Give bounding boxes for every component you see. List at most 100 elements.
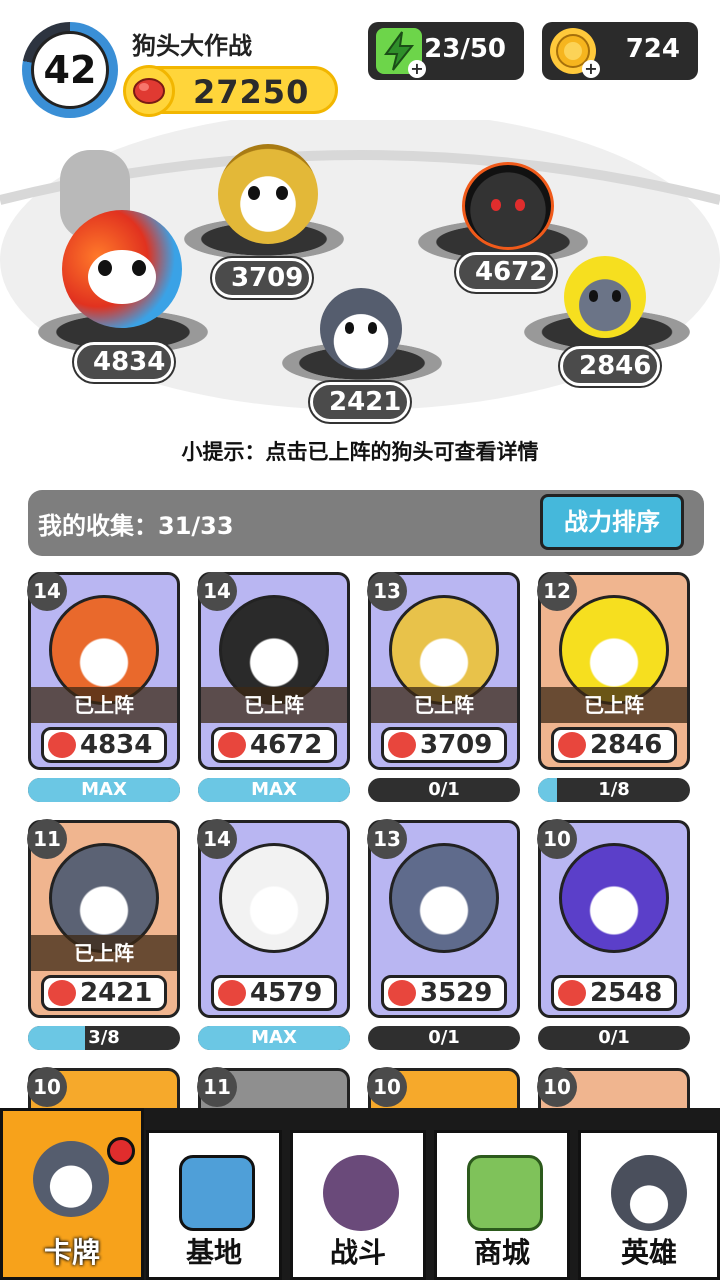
dog-card[interactable]: 10 2548 bbox=[537, 819, 690, 1018]
dog-card[interactable]: 14 已上阵 4672 bbox=[197, 572, 350, 770]
card-power: 4834 bbox=[41, 727, 167, 763]
card-level-badge: 14 bbox=[27, 572, 67, 611]
card-progress-bar: MAX bbox=[198, 1026, 350, 1050]
dog-card[interactable]: 12 已上阵 2846 bbox=[537, 572, 690, 770]
lightning-icon: + bbox=[376, 28, 426, 78]
boxing-glove-icon bbox=[48, 980, 76, 1006]
tab-cards[interactable]: 卡牌 bbox=[0, 1108, 144, 1280]
coin-icon: + bbox=[550, 28, 600, 78]
dog-eye bbox=[490, 199, 502, 211]
card-level-badge: 11 bbox=[197, 1067, 237, 1107]
progress-text: 3/8 bbox=[88, 1027, 120, 1048]
tab-label: 战斗 bbox=[329, 1236, 386, 1269]
dog-eye bbox=[514, 199, 526, 211]
card-level-badge: 10 bbox=[537, 1067, 577, 1107]
dog-card[interactable]: 10 bbox=[537, 1067, 690, 1112]
card-power-value: 4834 bbox=[80, 730, 153, 760]
deployed-label: 已上阵 bbox=[31, 935, 177, 971]
energy-counter[interactable]: + 23/50 bbox=[368, 22, 524, 80]
card-level-badge: 10 bbox=[367, 1067, 407, 1107]
dog-card[interactable]: 10 bbox=[27, 1067, 180, 1112]
field-dog-crying-lemon[interactable] bbox=[564, 256, 646, 338]
dog-portrait bbox=[219, 843, 329, 953]
card-level-badge: 10 bbox=[537, 819, 577, 859]
dog-portrait bbox=[389, 843, 499, 953]
card-grid: 14 已上阵 4834 MAX 14 已上阵 4672 MAX 13 已上阵 3709 0/1 12 已上… bbox=[0, 572, 720, 1112]
field-power-tag: 4672 bbox=[456, 252, 556, 292]
dog-card[interactable]: 11 已上阵 2421 bbox=[27, 819, 180, 1018]
field-power-tag: 2421 bbox=[310, 382, 410, 422]
paw-icon bbox=[323, 1155, 399, 1231]
money-icon bbox=[467, 1155, 543, 1231]
dog-eye bbox=[131, 259, 146, 277]
dog-portrait bbox=[559, 843, 669, 953]
dog-eye bbox=[248, 186, 260, 200]
tab-base[interactable]: 基地 bbox=[146, 1130, 282, 1280]
field-dog-fire-ice[interactable] bbox=[62, 210, 182, 328]
card-power-value: 4672 bbox=[250, 730, 323, 760]
player-level-ring[interactable]: 42 bbox=[22, 22, 118, 118]
progress-text: MAX bbox=[251, 1027, 297, 1048]
card-power: 4579 bbox=[211, 975, 337, 1011]
dog-head-icon bbox=[33, 1141, 109, 1217]
boxing-glove-icon bbox=[218, 980, 246, 1006]
card-power: 2548 bbox=[551, 975, 677, 1011]
dog-eye bbox=[588, 290, 599, 302]
dog-card[interactable]: 11 bbox=[197, 1067, 350, 1112]
collection-bar: 我的收集：31/33 战力排序 bbox=[28, 490, 704, 556]
game-title: 狗头大作战 bbox=[132, 32, 252, 60]
castle-icon bbox=[179, 1155, 255, 1231]
card-power: 2421 bbox=[41, 975, 167, 1011]
dog-card[interactable]: 10 bbox=[367, 1067, 520, 1112]
coin-value: 724 bbox=[625, 34, 680, 64]
tab-label: 英雄 bbox=[620, 1236, 677, 1269]
player-level: 42 bbox=[31, 31, 109, 109]
card-power: 4672 bbox=[211, 727, 337, 763]
coin-counter[interactable]: + 724 bbox=[542, 22, 698, 80]
field-dog-baby[interactable] bbox=[320, 288, 402, 370]
collection-count: 我的收集：31/33 bbox=[38, 512, 234, 540]
sort-by-power-button[interactable]: 战力排序 bbox=[540, 494, 684, 550]
field-power-tag: 3709 bbox=[212, 258, 312, 298]
card-level-badge: 10 bbox=[27, 1067, 67, 1107]
dog-card[interactable]: 13 3529 bbox=[367, 819, 520, 1018]
card-progress-bar: 0/1 bbox=[538, 1026, 690, 1050]
progress-text: 1/8 bbox=[598, 779, 630, 800]
dog-card[interactable]: 14 已上阵 4834 bbox=[27, 572, 180, 770]
dog-card[interactable]: 14 4579 bbox=[197, 819, 350, 1018]
total-power-value: 27250 bbox=[193, 73, 310, 111]
progress-text: 0/1 bbox=[598, 1027, 630, 1048]
deployed-label: 已上阵 bbox=[31, 687, 177, 723]
progress-text: MAX bbox=[251, 779, 297, 800]
tab-shop[interactable]: 商城 bbox=[434, 1130, 570, 1280]
tab-heroes[interactable]: 英雄 bbox=[578, 1130, 720, 1280]
card-progress-bar: 1/8 bbox=[538, 778, 690, 802]
progress-text: 0/1 bbox=[428, 1027, 460, 1048]
card-power: 2846 bbox=[551, 727, 677, 763]
notification-dot-icon bbox=[107, 1137, 135, 1165]
field-power-tag: 2846 bbox=[560, 346, 660, 386]
card-power-value: 3709 bbox=[420, 730, 493, 760]
dog-card[interactable]: 13 已上阵 3709 bbox=[367, 572, 520, 770]
total-power-pill: 27250 bbox=[123, 65, 338, 117]
deployed-label: 已上阵 bbox=[371, 687, 517, 723]
boxing-glove-icon bbox=[218, 732, 246, 758]
dog-eye bbox=[276, 186, 288, 200]
dog-eye bbox=[367, 322, 378, 334]
bottom-nav: 卡牌 基地 战斗 商城 英雄 bbox=[0, 1108, 720, 1280]
card-level-badge: 13 bbox=[367, 572, 407, 611]
card-level-badge: 13 bbox=[367, 819, 407, 859]
add-coin-icon[interactable]: + bbox=[582, 60, 600, 78]
field-dog-golden-armor[interactable] bbox=[218, 144, 318, 244]
dog-face bbox=[88, 250, 156, 305]
card-power: 3529 bbox=[381, 975, 507, 1011]
tab-battle[interactable]: 战斗 bbox=[290, 1130, 426, 1280]
dog-eye bbox=[611, 290, 622, 302]
hint-text: 小提示：点击已上阵的狗头可查看详情 bbox=[181, 440, 539, 464]
card-level-badge: 12 bbox=[537, 572, 577, 611]
boxing-glove-icon bbox=[558, 732, 586, 758]
field-dog-bomb[interactable] bbox=[462, 162, 554, 250]
tab-label: 基地 bbox=[185, 1236, 242, 1269]
card-progress-bar: 3/8 bbox=[28, 1026, 180, 1050]
progress-text: 0/1 bbox=[428, 779, 460, 800]
